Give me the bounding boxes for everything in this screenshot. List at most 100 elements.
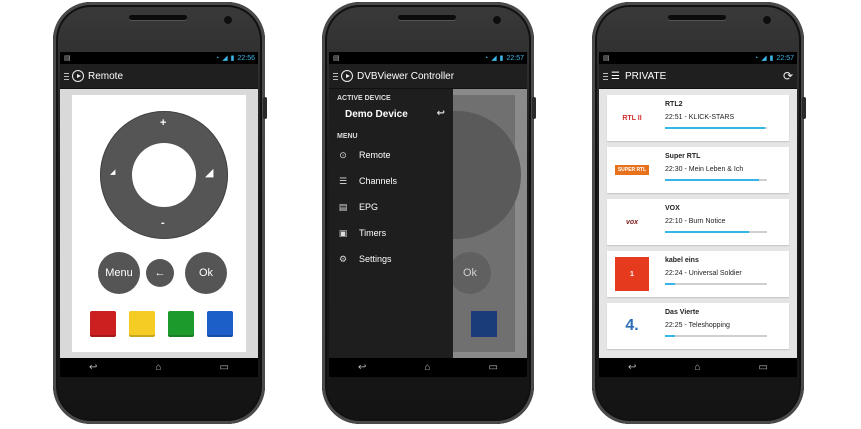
switch-device-icon[interactable]: ↩ [437, 108, 445, 119]
progress-bar [665, 127, 767, 129]
phone-remote: ▤ ◔ ◢ ▮ 22:56 Remote + - ◢ ◢ Menu ← Ok ↩… [53, 2, 267, 424]
show-time: 22:51 [665, 114, 683, 121]
power-button [802, 97, 806, 119]
menu-item-timers[interactable]: ▣ Timers [329, 220, 453, 246]
action-bar[interactable]: DVBViewer Controller [329, 64, 527, 89]
channel-card[interactable]: RTL II RTL2 22:51 - KLICK-STARS [607, 95, 789, 141]
list-icon[interactable]: ☰ [611, 71, 620, 82]
back-nav-icon[interactable]: ↩ [89, 362, 97, 373]
dimmed-ok-button: Ok [449, 252, 491, 294]
drawer-indicator-icon[interactable] [333, 72, 338, 80]
drawer-indicator-icon[interactable] [603, 72, 608, 80]
battery-icon: ▮ [230, 55, 235, 62]
menu-heading: MENU [337, 133, 358, 140]
signal-icon: ◢ [222, 55, 228, 62]
channel-card[interactable]: 4. Das Vierte 22:25 - Teleshopping [607, 303, 789, 349]
drawer-indicator-icon[interactable] [64, 72, 69, 80]
channel-down-button[interactable]: ◢ [110, 168, 115, 176]
home-nav-icon[interactable]: ⌂ [694, 362, 700, 373]
app-icon[interactable] [341, 70, 353, 82]
app-icon[interactable] [72, 70, 84, 82]
status-bar: ▤ ◔ ◢ ▮ 22:56 [60, 52, 258, 64]
volume-up-button[interactable]: + [160, 117, 166, 129]
recents-nav-icon[interactable]: ▭ [759, 362, 768, 373]
battery-icon: ▮ [769, 55, 774, 62]
power-button [263, 97, 267, 119]
progress-bar [665, 179, 767, 181]
recents-nav-icon[interactable]: ▭ [220, 362, 229, 373]
menu-item-settings[interactable]: ⚙ Settings [329, 246, 453, 272]
progress-fill [665, 179, 759, 181]
home-nav-icon[interactable]: ⌂ [424, 362, 430, 373]
progress-bar [665, 231, 767, 233]
speaker-grille [129, 15, 187, 20]
home-nav-icon[interactable]: ⌂ [155, 362, 161, 373]
show-time: 22:24 [665, 270, 683, 277]
menu-button[interactable]: Menu [98, 252, 140, 294]
navigation-drawer: ACTIVE DEVICE Demo Device ↩ MENU ⊙ Remot… [329, 89, 453, 377]
current-show: 22:30 - Mein Leben & Ich [665, 166, 744, 173]
channel-logo: 1 [615, 257, 649, 291]
back-button[interactable]: ← [146, 259, 174, 287]
channel-card[interactable]: SUPER RTL Super RTL 22:30 - Mein Leben & I… [607, 147, 789, 193]
action-bar[interactable]: ☰ PRIVATE ⟳ [599, 64, 797, 89]
sliders-icon: ⚙ [338, 253, 348, 264]
red-button[interactable] [90, 311, 116, 337]
channel-card[interactable]: 1 kabel eins 22:24 - Universal Soldier [607, 251, 789, 297]
show-time: 22:10 [665, 218, 683, 225]
page-title: PRIVATE [624, 70, 667, 82]
remote-panel: + - ◢ ◢ Menu ← Ok [72, 95, 246, 352]
menu-item-label: Settings [359, 254, 392, 264]
status-time: 22:57 [776, 54, 794, 62]
channel-card[interactable]: vox VOX 22:10 - Burn Notice [607, 199, 789, 245]
channel-name: kabel eins [665, 257, 699, 264]
power-button [532, 97, 536, 119]
status-bar: ▤ ◔ ◢ ▮ 22:57 [599, 52, 797, 64]
menu-item-epg[interactable]: ▤ EPG [329, 194, 453, 220]
device-name: Demo Device [345, 109, 408, 120]
active-device[interactable]: Demo Device ↩ [329, 102, 453, 125]
refresh-icon[interactable]: ⟳ [783, 69, 793, 83]
channel-logo: RTL II [615, 101, 649, 135]
menu-item-remote[interactable]: ⊙ Remote [329, 142, 453, 168]
channel-name: VOX [665, 205, 680, 212]
status-time: 22:57 [506, 54, 524, 62]
dpad-center[interactable] [132, 143, 196, 207]
remote-view: + - ◢ ◢ Menu ← Ok [60, 89, 258, 358]
dpad[interactable]: + - ◢ ◢ [100, 111, 228, 239]
notification-icon: ▤ [603, 55, 610, 62]
page-title: DVBViewer Controller [357, 70, 455, 82]
phone-channels: ▤ ◔ ◢ ▮ 22:57 ☰ PRIVATE ⟳ RTL II RTL2 22:5… [592, 2, 806, 424]
current-show: 22:10 - Burn Notice [665, 218, 726, 225]
progress-fill [665, 231, 749, 233]
recents-nav-icon[interactable]: ▭ [489, 362, 498, 373]
progress-bar [665, 283, 767, 285]
current-show: 22:51 - KLICK-STARS [665, 114, 735, 121]
show-title: Burn Notice [688, 218, 726, 225]
wifi-icon: ◔ [483, 54, 489, 62]
back-nav-icon[interactable]: ↩ [628, 362, 636, 373]
back-nav-icon[interactable]: ↩ [358, 362, 366, 373]
yellow-button[interactable] [129, 311, 155, 337]
wifi-icon: ◔ [214, 54, 220, 62]
speaker-grille [668, 15, 726, 20]
progress-fill [665, 283, 676, 285]
blue-button[interactable] [207, 311, 233, 337]
current-show: 22:24 - Universal Soldier [665, 270, 742, 277]
speaker-grille [398, 15, 456, 20]
ok-button[interactable]: Ok [185, 252, 227, 294]
phone-drawer: ▤ ◔ ◢ ▮ 22:57 DVBViewer Controller Ok AC… [322, 2, 536, 424]
channel-up-button[interactable]: ◢ [205, 166, 213, 179]
list-icon: ☰ [338, 175, 348, 186]
action-bar[interactable]: Remote [60, 64, 258, 89]
green-button[interactable] [168, 311, 194, 337]
volume-down-button[interactable]: - [161, 217, 165, 229]
show-title: KLICK-STARS [688, 114, 735, 121]
menu-item-channels[interactable]: ☰ Channels [329, 168, 453, 194]
clipboard-icon: ▤ [338, 201, 348, 212]
channel-name: Das Vierte [665, 309, 700, 316]
signal-icon: ◢ [491, 55, 497, 62]
notification-icon: ▤ [333, 55, 340, 62]
show-time: 22:25 [665, 322, 683, 329]
nav-bar: ↩ ⌂ ▭ [60, 358, 258, 377]
